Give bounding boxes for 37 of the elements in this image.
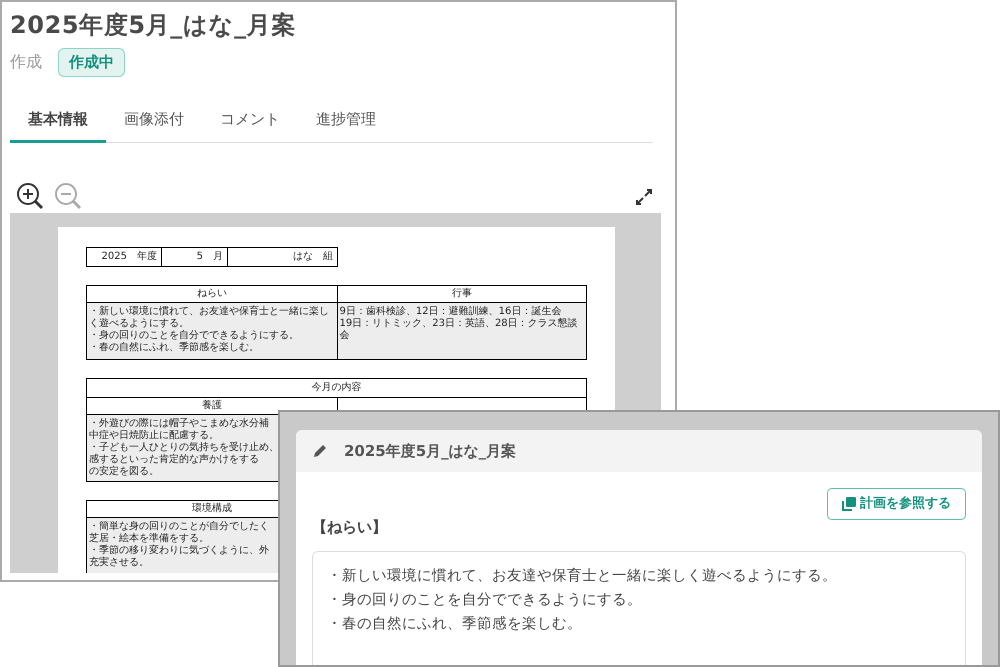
status-label: 作成 <box>10 51 42 74</box>
reference-plan-button[interactable]: 計画を参照する <box>827 488 966 520</box>
table-text: 芝居・絵本を準備をする。 <box>89 532 209 544</box>
zoom-in-icon[interactable] <box>16 182 46 212</box>
table-header: ねらい <box>196 288 227 298</box>
page-title: 2025年度5月_はな_月案 <box>10 10 297 41</box>
table-text: 中症や日焼防止に配慮する。 <box>89 430 219 442</box>
pencil-icon <box>312 443 328 459</box>
table-text: ・新しい環境に慣れて、お友達や保育士と一緒に楽しく遊べるようにする。 <box>89 306 330 330</box>
tab[interactable]: 画像添付 <box>106 98 202 142</box>
field-label: 【ねらい】 <box>312 517 388 538</box>
tab[interactable]: コメント <box>202 98 298 142</box>
table-cell-text: 2025 年度 <box>100 250 158 264</box>
table-cell: 5 月 <box>161 248 227 266</box>
copy-icon <box>842 497 856 511</box>
table-text: ・身の回りのことを自分でできるようにする。 <box>89 330 299 342</box>
tab[interactable]: 基本情報 <box>10 98 106 142</box>
table-text: 充実させる。 <box>89 556 149 568</box>
expand-icon[interactable] <box>635 188 653 206</box>
table-text: 19日：リトミック、23日：英語、28日：クラス懇談会 <box>340 318 579 342</box>
table-text: 9日：歯科検診、12日：避難訓練、16日：誕生会 <box>340 306 562 318</box>
table-header: 環境構成 <box>192 502 232 514</box>
table-text: ・季節の移り変わりに気づくように、外 <box>89 544 269 556</box>
table-cell: はな 組 <box>227 248 337 266</box>
status-badge: 作成中 <box>58 48 125 76</box>
table-text: ・外遊びの際には帽子やこまめな水分補 <box>89 418 269 430</box>
table-header: 行事 <box>452 288 472 298</box>
text-area[interactable]: ・新しい環境に慣れて、お友達や保育士と一緒に楽しく遊べるようにする。 ・身の回りのことを自分でできるようにする。 ・春の自然にふれ、季節感を楽しむ。 <box>312 550 966 665</box>
table-header: 今月の内容 <box>312 382 362 392</box>
dialog-title: 2025年度5月_はな_月案 <box>344 440 516 462</box>
tab[interactable]: 進捗管理 <box>298 98 394 142</box>
table-text: ・春の自然にふれ、季節感を楽しむ。 <box>89 342 259 354</box>
table-text: 感するといった肯定的な声かけをする <box>89 454 259 466</box>
table-text: ・簡単な身の回りのことが自分でしたく <box>89 520 269 532</box>
table-text: の安定を図る。 <box>89 466 159 478</box>
table-text: ・子ども一人ひとりの気持ちを受け止め、 <box>89 442 279 454</box>
table-header: 養護 <box>202 400 222 410</box>
